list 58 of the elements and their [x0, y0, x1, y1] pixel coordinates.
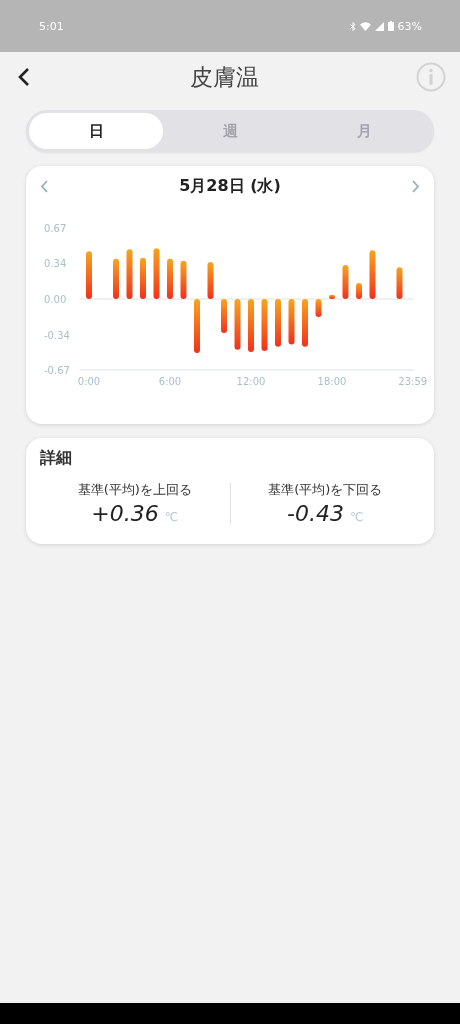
- y-axis-label: -0.34: [44, 330, 70, 342]
- section-title: 詳細: [40, 448, 73, 469]
- signal-icon: [374, 21, 384, 31]
- chart-bar: [275, 299, 281, 347]
- x-axis-label: 0:00: [77, 376, 101, 387]
- chart-bar: [153, 248, 160, 299]
- back-button[interactable]: [16, 67, 32, 87]
- info-button[interactable]: [416, 62, 446, 92]
- period-tab[interactable]: 月: [297, 113, 431, 149]
- chart-bar: [288, 299, 295, 345]
- back-icon: [16, 67, 32, 87]
- chart-bar: [315, 299, 322, 317]
- x-axis-label: 6:00: [158, 376, 182, 387]
- chart-bar: [261, 299, 268, 351]
- chart-bar: [86, 251, 92, 299]
- next-day-button[interactable]: [411, 179, 420, 193]
- battery-icon: [387, 21, 394, 31]
- chart-bar: [207, 261, 214, 299]
- status-time: 5:01: [39, 19, 64, 33]
- chart-bar: [396, 267, 403, 299]
- chart-bar: [221, 299, 227, 333]
- chart-bar: [342, 265, 349, 299]
- stat-value: +0.36: [91, 501, 159, 526]
- y-axis-label: -0.67: [44, 365, 70, 376]
- stat-value: -0.43: [287, 501, 344, 526]
- chart-bar: [194, 299, 200, 354]
- chevron-left-icon: [40, 179, 49, 193]
- page-title: 皮膚温: [188, 62, 260, 92]
- chart-bar: [356, 283, 362, 299]
- chart-bar: [329, 294, 335, 299]
- unit-label: ℃: [349, 510, 364, 524]
- chart-date: 5月28日 (水): [178, 175, 282, 197]
- y-axis-label: 0.67: [44, 223, 67, 234]
- unit-label: ℃: [164, 510, 179, 524]
- chart-bar: [248, 299, 254, 352]
- previous-day-button[interactable]: [40, 179, 49, 193]
- battery-level: 63%: [397, 19, 422, 33]
- chart-bar: [302, 299, 308, 347]
- info-icon: [416, 62, 446, 92]
- stat-label: 基準(平均)を上回る: [77, 481, 192, 499]
- bluetooth-icon: [349, 21, 356, 31]
- x-axis-label: 23:59: [398, 376, 428, 387]
- chart-bar: [369, 250, 376, 299]
- chevron-right-icon: [411, 179, 420, 193]
- chart-bar: [167, 258, 173, 299]
- chart-bar: [234, 299, 241, 350]
- period-tab[interactable]: 日: [29, 113, 163, 149]
- chart-bar: [126, 249, 133, 299]
- chart-bar: [113, 258, 119, 299]
- chart-bar: [180, 260, 187, 299]
- chart-bar: [140, 257, 146, 299]
- y-axis-label: 0.00: [44, 294, 67, 305]
- x-axis-label: 12:00: [236, 376, 266, 387]
- period-tab[interactable]: 週: [163, 113, 297, 149]
- wifi-icon: [359, 21, 371, 31]
- y-axis-label: 0.34: [44, 257, 67, 269]
- x-axis-label: 18:00: [317, 376, 347, 387]
- stat-label: 基準(平均)を下回る: [268, 481, 383, 499]
